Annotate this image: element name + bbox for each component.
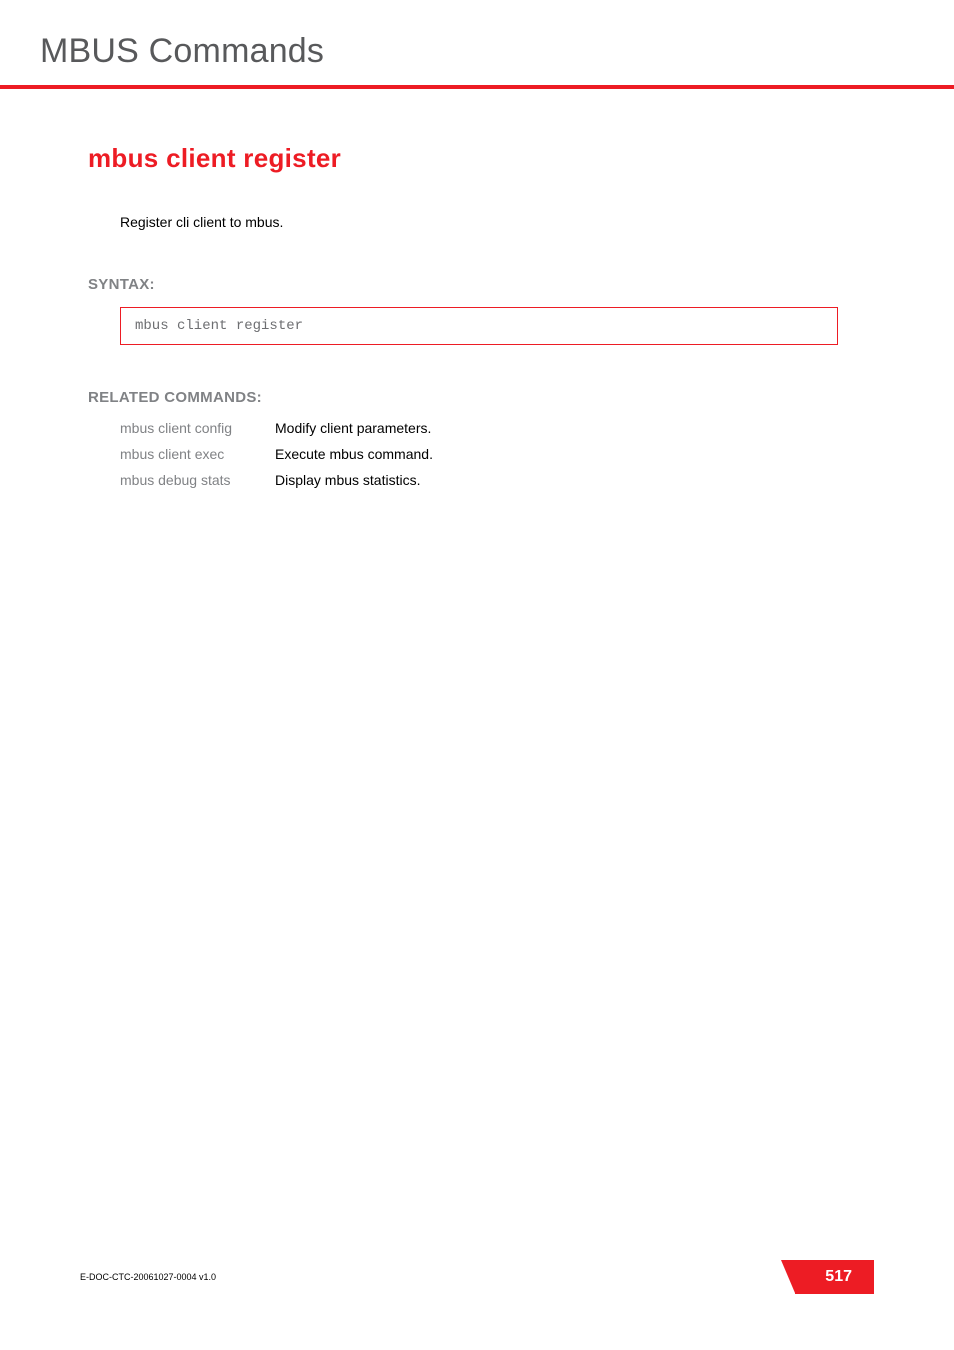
page-number-badge: 517 [795,1260,874,1294]
command-heading: mbus client register [88,143,874,174]
related-command-name: mbus client exec [120,446,275,462]
syntax-box: mbus client register [120,307,838,345]
related-command-desc: Execute mbus command. [275,446,433,462]
page-footer: E-DOC-CTC-20061027-0004 v1.0 517 [0,1260,954,1294]
related-commands-table: mbus client config Modify client paramet… [120,420,874,488]
document-id: E-DOC-CTC-20061027-0004 v1.0 [80,1272,216,1282]
content-area: mbus client register Register cli client… [0,89,954,488]
related-command-desc: Modify client parameters. [275,420,431,436]
table-row: mbus client exec Execute mbus command. [120,446,874,462]
related-command-name: mbus client config [120,420,275,436]
table-row: mbus client config Modify client paramet… [120,420,874,436]
table-row: mbus debug stats Display mbus statistics… [120,472,874,488]
related-commands-label: RELATED COMMANDS: [88,389,874,406]
syntax-label: SYNTAX: [88,276,874,293]
related-command-name: mbus debug stats [120,472,275,488]
chapter-title: MBUS Commands [40,32,914,71]
page-header: MBUS Commands [0,0,954,85]
related-command-desc: Display mbus statistics. [275,472,420,488]
command-description: Register cli client to mbus. [120,214,874,230]
